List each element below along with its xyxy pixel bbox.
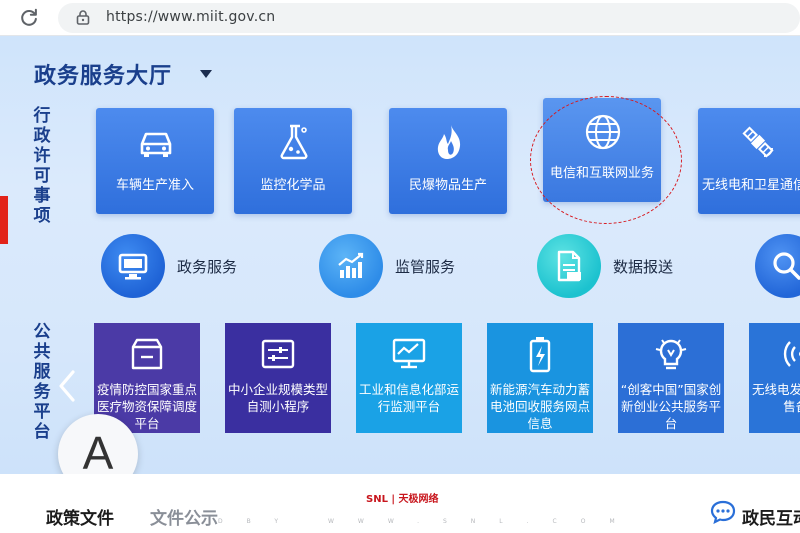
car-icon	[140, 132, 172, 157]
license-label: 车辆生产准入	[115, 178, 194, 193]
platform-card-sme[interactable]: 中小企业规模类型自测小程序	[225, 323, 331, 433]
public-service-label: 公共服务平台	[33, 322, 51, 442]
bottom-tab-bar: 政策文件 文件公示 SNL | 天极网络 DBY WWW.SNL.COM 政民互…	[0, 474, 800, 533]
platform-label: 新能源汽车动力蓄电池回收服务网点信息	[489, 382, 590, 431]
license-card-vehicle[interactable]: 车辆生产准入	[96, 108, 214, 214]
service-label: 政务服务	[177, 258, 238, 276]
tab-document-publicity[interactable]: 文件公示	[150, 504, 218, 529]
hall-title[interactable]: 政务服务大厅	[34, 58, 172, 90]
platform-label: 中小企业规模类型自测小程序	[227, 382, 328, 414]
tab-public-interaction[interactable]: 政民互动	[742, 504, 800, 529]
document-icon	[557, 250, 581, 282]
license-label: 民爆物品生产	[408, 178, 487, 193]
chat-icon[interactable]	[710, 500, 736, 524]
satellite-icon	[742, 126, 774, 158]
tab-policy-documents[interactable]: 政策文件	[46, 504, 114, 529]
service-supervision[interactable]: 监管服务	[319, 234, 479, 300]
address-bar[interactable]: https://www.miit.gov.cn	[58, 3, 800, 33]
platform-card-monitoring[interactable]: 工业和信息化部运行监测平台	[356, 323, 462, 433]
side-marker	[0, 196, 8, 244]
watermark-logo: SNL | 天极网络	[366, 494, 439, 505]
chevron-down-icon[interactable]	[200, 70, 212, 78]
monitor-chart-icon	[392, 338, 426, 369]
highlight-circle	[530, 96, 682, 224]
chevron-left-icon[interactable]	[56, 366, 78, 406]
service-circle	[101, 234, 165, 298]
service-data-report[interactable]: 数据报送	[537, 234, 697, 300]
url-text: https://www.miit.gov.cn	[106, 9, 276, 25]
accessibility-letter: A	[82, 427, 114, 474]
service-government[interactable]: 政务服务	[101, 234, 261, 300]
lock-icon[interactable]	[76, 9, 90, 25]
admin-license-label: 行政许可事项	[33, 106, 51, 226]
service-circle	[537, 234, 601, 298]
license-label: 监控化学品	[260, 178, 326, 193]
service-label: 数据报送	[613, 258, 674, 276]
platform-label: “创客中国”国家创新创业公共服务平台	[620, 382, 722, 431]
platform-card-maker[interactable]: “创客中国”国家创新创业公共服务平台	[618, 323, 724, 433]
sliders-icon	[261, 339, 295, 369]
box-icon	[131, 338, 163, 370]
search-icon	[773, 252, 800, 280]
service-search[interactable]	[755, 234, 800, 300]
platform-label: 无线电发射设备销售备案	[751, 382, 800, 414]
license-card-chemicals[interactable]: 监控化学品	[234, 108, 352, 214]
license-card-radio[interactable]: 无线电和卫星通信	[698, 108, 800, 214]
service-circle	[319, 234, 383, 298]
license-card-explosives[interactable]: 民爆物品生产	[389, 108, 507, 214]
bulb-icon	[655, 339, 687, 370]
flask-icon	[280, 124, 308, 160]
service-label: 监管服务	[395, 258, 456, 276]
monitor-icon	[118, 253, 148, 280]
service-hall-section: 政务服务大厅 行政许可事项 车辆生产准入 监控化学品 民爆物品生产 电信和互联网…	[0, 36, 800, 474]
bar-chart-icon	[338, 252, 364, 278]
service-circle	[755, 234, 800, 298]
watermark-text: DBY WWW.SNL.COM	[218, 518, 639, 525]
license-label: 无线电和卫星通信	[702, 178, 800, 193]
reload-icon[interactable]	[18, 7, 40, 29]
battery-icon	[529, 337, 551, 373]
platform-card-battery[interactable]: 新能源汽车动力蓄电池回收服务网点信息	[487, 323, 593, 433]
platform-label: 工业和信息化部运行监测平台	[358, 382, 459, 414]
browser-toolbar: https://www.miit.gov.cn	[0, 0, 800, 36]
platform-card-radio-filing[interactable]: 无线电发射设备销售备案	[749, 323, 800, 433]
signal-icon	[783, 341, 800, 367]
flame-icon	[437, 125, 461, 159]
